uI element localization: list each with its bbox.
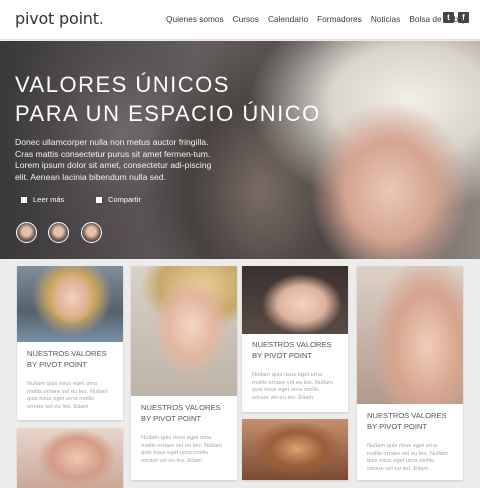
article-card[interactable] (17, 428, 123, 488)
card-image (242, 266, 348, 334)
share-icon (96, 197, 102, 203)
card-title: NUESTROS VALORES BY PIVOT POINT (252, 340, 332, 360)
article-card[interactable]: NUESTROS VALORES BY PIVOT POINT Nullam q… (242, 266, 348, 412)
article-card[interactable]: NUESTROS VALORES BY PIVOT POINT Nullam q… (131, 266, 237, 480)
card-text: Nullam quis risus eget urna mollis ornar… (141, 435, 222, 464)
brand-logo[interactable]: pivot point. (15, 9, 104, 28)
twitter-icon[interactable]: t (443, 12, 454, 23)
card-text: Nullam quis risus eget urna mollis ornar… (367, 443, 448, 472)
nav-item-calendario[interactable]: Calendario (268, 14, 308, 24)
nav-item-formadores[interactable]: Formadores (317, 14, 362, 24)
card-title: NUESTROS VALORES BY PIVOT POINT (367, 411, 447, 431)
card-image (17, 266, 123, 342)
article-card[interactable]: NUESTROS VALORES BY PIVOT POINT Nullam q… (17, 266, 123, 420)
article-card[interactable]: NUESTROS VALORES BY PIVOT POINT Nullam q… (357, 266, 463, 480)
main-nav: Quienes somos Cursos Calendario Formador… (166, 14, 478, 24)
nav-item-noticias[interactable]: Noticias (371, 14, 401, 24)
hero-title-line1: VALORES ÚNICOS (15, 72, 230, 97)
top-navigation-bar: pivot point. Quienes somos Cursos Calend… (0, 0, 480, 40)
card-text: Nullam quis risus eget urna mollis ornar… (252, 372, 333, 401)
card-title: NUESTROS VALORES BY PIVOT POINT (27, 349, 107, 369)
facebook-icon[interactable]: f (458, 12, 469, 23)
card-image (357, 266, 463, 404)
bookmark-icon (21, 197, 27, 203)
nav-item-cursos[interactable]: Cursos (233, 14, 259, 24)
hero-description: Donec ullamcorper nulla non metus auctor… (15, 137, 212, 182)
hero-thumbnail-3[interactable] (81, 222, 102, 243)
card-image (131, 266, 237, 396)
article-card[interactable] (242, 419, 348, 480)
hero-banner: VALORES ÚNICOS PARA UN ESPACIO ÚNICO Don… (0, 41, 480, 259)
nav-item-quienes-somos[interactable]: Quienes somos (166, 14, 224, 24)
share-link[interactable]: Compartir (96, 195, 141, 204)
hero-thumbnail-2[interactable] (48, 222, 69, 243)
hero-thumbnail-1[interactable] (16, 222, 37, 243)
card-text: Nullam quis risus eget urna mollis ornar… (27, 381, 108, 410)
read-more-link[interactable]: Leer más (21, 195, 64, 204)
hero-title-line2: PARA UN ESPACIO ÚNICO (15, 101, 321, 126)
card-image (17, 428, 123, 488)
card-title: NUESTROS VALORES BY PIVOT POINT (141, 403, 221, 423)
card-image (242, 419, 348, 480)
